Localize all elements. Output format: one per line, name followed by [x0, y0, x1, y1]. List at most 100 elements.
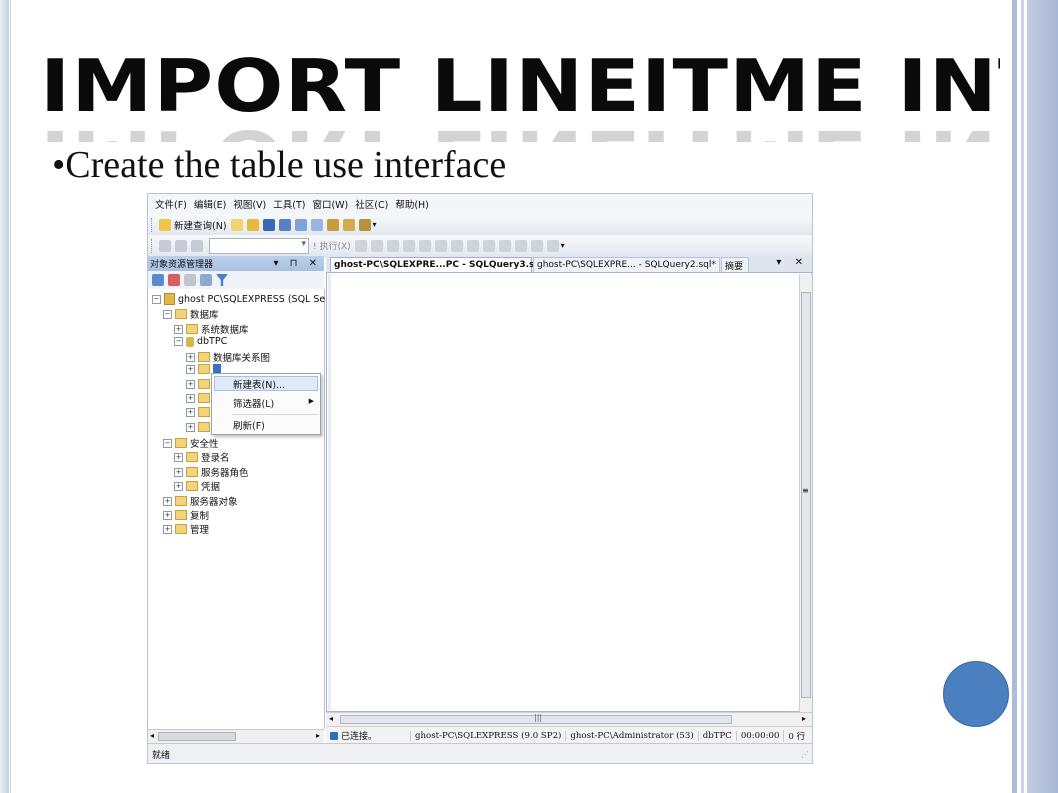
uncomment-icon[interactable]: [498, 239, 511, 252]
folder-icon: [175, 309, 187, 319]
expand-icon[interactable]: +: [186, 364, 195, 374]
paste-icon[interactable]: [310, 218, 323, 231]
collapse-icon[interactable]: −: [163, 438, 172, 448]
tree-node-management[interactable]: + 管理: [163, 522, 209, 536]
context-menu-refresh[interactable]: 刷新(F): [233, 418, 265, 432]
scroll-right-icon[interactable]: ▸: [316, 731, 320, 740]
collapse-icon[interactable]: −: [152, 294, 161, 304]
tree-node-server-roles[interactable]: + 服务器角色: [174, 465, 249, 479]
expand-icon[interactable]: +: [174, 324, 183, 334]
toolbox-icon[interactable]: [358, 218, 371, 231]
database-select[interactable]: [209, 237, 309, 254]
slide-title-reflection-text: IMPORT LINEITME INTO DB: [40, 112, 1000, 142]
copy-icon[interactable]: [294, 218, 307, 231]
editor-vscroll-thumb[interactable]: [801, 292, 811, 698]
query-editor[interactable]: [326, 272, 812, 712]
menu-window[interactable]: 窗口(W): [312, 197, 348, 211]
tree-node-synonyms[interactable]: +: [186, 393, 213, 403]
refresh-icon[interactable]: [200, 274, 212, 286]
stop-icon[interactable]: [184, 274, 196, 286]
scroll-thumb[interactable]: [158, 732, 236, 741]
tree-node-server[interactable]: − ghost PC\SQLEXPRESS (SQL Serv: [152, 293, 335, 305]
tree-node-replication[interactable]: + 复制: [163, 508, 209, 522]
expand-icon[interactable]: +: [186, 393, 195, 403]
scroll-left-icon[interactable]: ◂: [329, 714, 333, 723]
new-query-button[interactable]: 新建查询(N): [174, 218, 227, 232]
specify-values-icon[interactable]: [546, 239, 559, 252]
filter-icon[interactable]: [216, 274, 228, 286]
expand-icon[interactable]: +: [174, 467, 183, 477]
menu-view[interactable]: 视图(V): [233, 197, 266, 211]
tree-node-programmability[interactable]: +: [186, 407, 213, 417]
connect-explorer-icon[interactable]: [152, 274, 164, 286]
display-plan-icon[interactable]: [386, 239, 399, 252]
menu-file[interactable]: 文件(F): [155, 197, 187, 211]
editor-hscroll[interactable]: ◂ ||| ▸: [326, 712, 812, 727]
context-menu-filter[interactable]: 筛选器(L): [233, 396, 274, 410]
comment-icon[interactable]: [482, 239, 495, 252]
menu-help[interactable]: 帮助(H): [395, 197, 429, 211]
slide-frame-right: [1012, 0, 1058, 793]
menu-edit[interactable]: 编辑(E): [194, 197, 226, 211]
tree-node-logins[interactable]: + 登录名: [174, 450, 230, 464]
new-file-icon[interactable]: [230, 218, 243, 231]
object-explorer-controls[interactable]: ▾ ⊓ ✕: [273, 258, 321, 269]
disconnect-icon[interactable]: [175, 239, 187, 252]
tree-node-db[interactable]: − dbTPC: [174, 336, 227, 347]
tab-sqlquery3[interactable]: ghost-PC\SQLEXPRE...PC - SQLQuery3.sql: [330, 257, 544, 272]
tree-node-views[interactable]: +: [186, 379, 213, 389]
expand-icon[interactable]: +: [186, 352, 195, 362]
change-connection-icon[interactable]: [191, 239, 203, 252]
object-explorer-icon[interactable]: [326, 218, 339, 231]
expand-icon[interactable]: +: [186, 422, 195, 432]
open-folder-icon[interactable]: [246, 218, 259, 231]
tree-node-credentials[interactable]: + 凭据: [174, 479, 220, 493]
properties-icon[interactable]: [342, 218, 355, 231]
expand-icon[interactable]: +: [186, 407, 195, 417]
expand-icon[interactable]: +: [174, 452, 183, 462]
outdent-icon[interactable]: [514, 239, 527, 252]
toolbar-overflow-icon-2[interactable]: ▾: [561, 241, 565, 250]
expand-icon[interactable]: +: [163, 510, 172, 520]
tree-node-server-objects[interactable]: + 服务器对象: [163, 494, 238, 508]
expand-icon[interactable]: +: [163, 496, 172, 506]
toolbar-overflow-icon[interactable]: ▾: [373, 220, 377, 229]
context-menu-new-table[interactable]: 新建表(N)...: [233, 377, 285, 391]
folder-icon: [186, 324, 198, 334]
scroll-left-icon[interactable]: ◂: [150, 731, 154, 740]
results-file-icon[interactable]: [466, 239, 479, 252]
resize-grip-icon[interactable]: ⋰: [801, 750, 809, 759]
expand-icon[interactable]: +: [186, 379, 195, 389]
execute-button[interactable]: ! 执行(X): [313, 239, 351, 252]
menu-tools[interactable]: 工具(T): [273, 197, 305, 211]
indent-icon[interactable]: [530, 239, 543, 252]
results-grid-icon[interactable]: [450, 239, 463, 252]
query-designer-icon[interactable]: [402, 239, 415, 252]
tab-summary[interactable]: 摘要: [721, 257, 749, 272]
connect-icon[interactable]: [159, 239, 171, 252]
tree-node-db-diagrams[interactable]: + 数据库关系图: [186, 350, 270, 364]
scroll-right-icon[interactable]: ▸: [802, 714, 806, 723]
menu-community[interactable]: 社区(C): [355, 197, 388, 211]
results-text-icon[interactable]: [434, 239, 447, 252]
tab-sqlquery2[interactable]: ghost-PC\SQLEXPRE... - SQLQuery2.sql*: [533, 257, 720, 272]
expand-icon[interactable]: +: [163, 524, 172, 534]
expand-icon[interactable]: +: [174, 481, 183, 491]
collapse-icon[interactable]: −: [163, 309, 172, 319]
cancel-query-icon[interactable]: [370, 239, 383, 252]
tree-node-storage[interactable]: +: [186, 422, 213, 432]
disconnect-explorer-icon[interactable]: [168, 274, 180, 286]
collapse-icon[interactable]: −: [174, 337, 183, 346]
tree-node-security[interactable]: − 安全性: [163, 436, 219, 450]
tree-node-databases[interactable]: − 数据库: [163, 307, 219, 321]
tree-node-system-databases[interactable]: + 系统数据库: [174, 322, 249, 336]
intellisense-icon[interactable]: [418, 239, 431, 252]
status-database: dbTPC: [697, 730, 736, 741]
save-all-icon[interactable]: [278, 218, 291, 231]
object-explorer-hscroll[interactable]: ◂ ▸: [148, 729, 324, 744]
parse-icon[interactable]: [354, 239, 367, 252]
save-icon[interactable]: [262, 218, 275, 231]
folder-icon: [186, 467, 198, 477]
tab-controls[interactable]: ▾ ✕: [776, 257, 808, 268]
editor-vscroll[interactable]: ≡: [799, 274, 812, 712]
